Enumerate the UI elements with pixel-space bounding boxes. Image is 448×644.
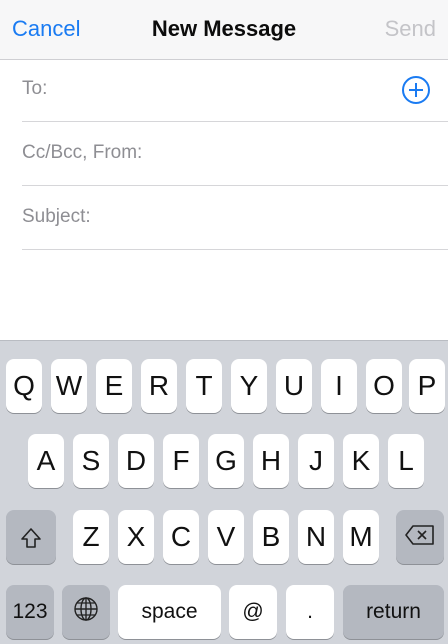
- space-key[interactable]: space: [118, 585, 221, 639]
- key-q[interactable]: Q: [6, 359, 42, 413]
- key-b[interactable]: B: [253, 510, 289, 564]
- page-title: New Message: [151, 16, 297, 41]
- delete-icon: [404, 521, 436, 553]
- cc-bcc-from-field[interactable]: Cc/Bcc, From:: [22, 124, 448, 186]
- send-button[interactable]: Send: [385, 15, 436, 43]
- key-n[interactable]: N: [298, 510, 334, 564]
- key-z[interactable]: Z: [73, 510, 109, 564]
- key-l[interactable]: L: [388, 434, 424, 488]
- key-r[interactable]: R: [141, 359, 177, 413]
- message-body[interactable]: [0, 252, 448, 340]
- to-field[interactable]: To:: [22, 60, 448, 122]
- subject-label: Subject:: [22, 206, 91, 227]
- globe-icon: [73, 596, 99, 629]
- key-k[interactable]: K: [343, 434, 379, 488]
- key-s[interactable]: S: [73, 434, 109, 488]
- key-f[interactable]: F: [163, 434, 199, 488]
- key-d[interactable]: D: [118, 434, 154, 488]
- keyboard: Q W E R T Y U I O P A S D F G H J K L Z …: [0, 340, 448, 644]
- key-p[interactable]: P: [409, 359, 445, 413]
- subject-field[interactable]: Subject:: [22, 188, 448, 250]
- key-j[interactable]: J: [298, 434, 334, 488]
- key-u[interactable]: U: [276, 359, 312, 413]
- period-key[interactable]: .: [286, 585, 334, 639]
- key-a[interactable]: A: [28, 434, 64, 488]
- key-m[interactable]: M: [343, 510, 379, 564]
- shift-icon: [19, 525, 43, 549]
- key-o[interactable]: O: [366, 359, 402, 413]
- key-i[interactable]: I: [321, 359, 357, 413]
- key-t[interactable]: T: [186, 359, 222, 413]
- key-g[interactable]: G: [208, 434, 244, 488]
- key-c[interactable]: C: [163, 510, 199, 564]
- key-h[interactable]: H: [253, 434, 289, 488]
- return-key[interactable]: return: [343, 585, 444, 639]
- key-y[interactable]: Y: [231, 359, 267, 413]
- key-v[interactable]: V: [208, 510, 244, 564]
- cc-bcc-from-label: Cc/Bcc, From:: [22, 142, 143, 163]
- key-w[interactable]: W: [51, 359, 87, 413]
- add-contact-icon[interactable]: [402, 76, 430, 104]
- globe-key[interactable]: [62, 585, 110, 639]
- navigation-bar: Cancel New Message Send: [0, 0, 448, 60]
- shift-key[interactable]: [6, 510, 56, 564]
- key-e[interactable]: E: [96, 359, 132, 413]
- to-label: To:: [22, 78, 48, 99]
- key-x[interactable]: X: [118, 510, 154, 564]
- at-key[interactable]: @: [229, 585, 277, 639]
- numbers-key[interactable]: 123: [6, 585, 54, 639]
- delete-key[interactable]: [396, 510, 444, 564]
